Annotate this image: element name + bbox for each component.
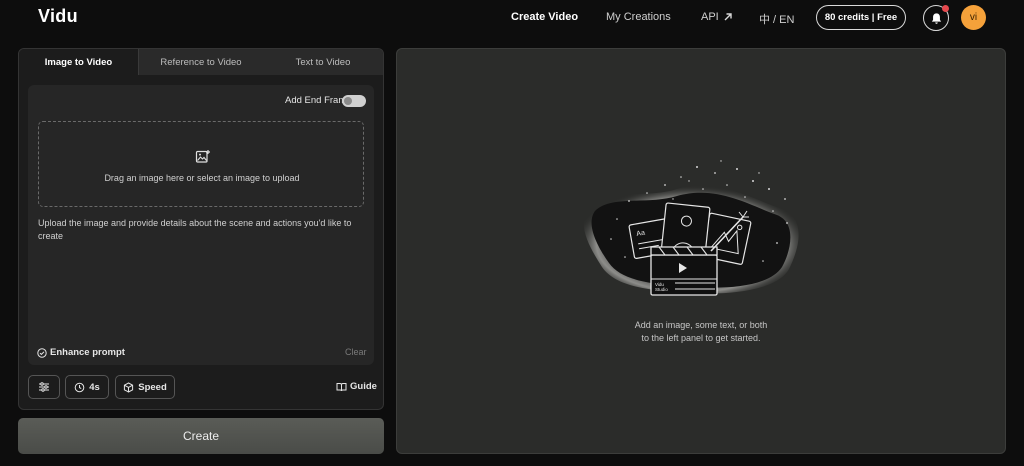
nav-api[interactable]: API	[701, 11, 732, 23]
notification-dot	[942, 5, 949, 12]
prompt-textarea[interactable]: Upload the image and provide details abo…	[38, 217, 364, 242]
timer-icon	[74, 382, 85, 392]
clear-button[interactable]: Clear	[345, 347, 367, 357]
image-upload-dropzone[interactable]: Drag an image here or select an image to…	[38, 121, 364, 207]
nav-my-creations[interactable]: My Creations	[606, 11, 671, 23]
empty-state-message: Add an image, some text, or both to the …	[397, 319, 1005, 344]
generation-panel: Image to Video Reference to Video Text t…	[18, 48, 384, 410]
sliders-icon	[39, 382, 49, 392]
notifications-button[interactable]	[923, 5, 949, 31]
vidu-logo[interactable]: Vidu	[38, 6, 78, 27]
language-switch[interactable]: 中 / EN	[759, 11, 794, 27]
nav-api-label: API	[701, 11, 719, 23]
guide-label: Guide	[350, 381, 377, 392]
tab-text-to-video[interactable]: Text to Video	[263, 49, 383, 75]
enhance-prompt-toggle[interactable]: Enhance prompt	[37, 347, 125, 358]
speed-label: Speed	[138, 381, 167, 393]
credits-button[interactable]: 80 credits | Free	[816, 5, 906, 30]
nav-create-video[interactable]: Create Video	[511, 11, 578, 23]
guide-link[interactable]: Guide	[336, 381, 377, 392]
empty-state-line-1: Add an image, some text, or both	[634, 320, 768, 330]
empty-state-line-2: to the left panel to get started.	[641, 332, 761, 343]
add-image-icon	[195, 150, 210, 163]
speed-button[interactable]: Speed	[115, 375, 175, 399]
empty-state-illustration: Aa Vidu Studio	[583, 160, 799, 296]
cube-icon	[124, 381, 134, 393]
top-bar: Vidu Create Video My Creations API 中 / E…	[0, 0, 1024, 36]
illustration-label-studio: Studio	[655, 287, 668, 292]
book-icon	[336, 382, 347, 391]
enhance-prompt-label: Enhance prompt	[50, 347, 125, 358]
create-button[interactable]: Create	[18, 418, 384, 454]
tab-image-to-video[interactable]: Image to Video	[19, 49, 139, 75]
add-end-frame-toggle[interactable]	[342, 95, 366, 107]
preview-panel: Aa Vidu Studio Add an image, some text, …	[396, 48, 1006, 454]
duration-button[interactable]: 4s	[65, 375, 109, 399]
svg-text:Aa: Aa	[636, 230, 646, 238]
toggle-knob	[344, 97, 352, 105]
settings-button[interactable]	[28, 375, 60, 399]
upload-instructions: Drag an image here or select an image to…	[104, 173, 300, 183]
mode-tabs: Image to Video Reference to Video Text t…	[19, 49, 383, 75]
tab-reference-to-video[interactable]: Reference to Video	[139, 49, 263, 75]
avatar[interactable]: vi	[961, 5, 986, 30]
external-arrow-icon	[724, 13, 732, 21]
check-circle-icon	[37, 347, 47, 358]
input-card: Add End Frame Drag an image here or sele…	[28, 85, 374, 365]
bell-icon	[931, 12, 941, 24]
duration-value: 4s	[89, 381, 100, 393]
